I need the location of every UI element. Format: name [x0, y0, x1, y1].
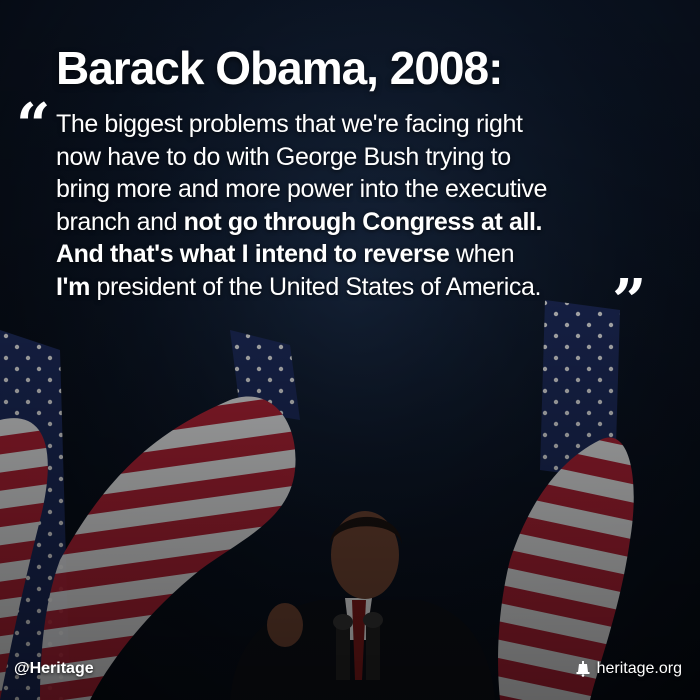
quote-line: And that's what I intend to reverse when: [56, 238, 656, 271]
graphic-canvas: Barack Obama, 2008: “ The biggest proble…: [0, 0, 700, 700]
quote-segment: president of the United States of Americ…: [89, 272, 542, 301]
social-handle: @Heritage: [14, 660, 94, 677]
quote-line: now have to do with George Bush trying t…: [56, 142, 511, 171]
quote-line: branch and not go through Congress at al…: [56, 206, 656, 239]
quote-line: I'm president of the United States of Am…: [56, 271, 656, 304]
quote-line: bring more and more power into the execu…: [56, 175, 548, 203]
liberty-bell-icon: [576, 661, 590, 677]
site-url: heritage.org: [596, 660, 682, 677]
quote-emphasis: And that's what I intend to reverse: [56, 240, 450, 268]
headline: Barack Obama, 2008:: [56, 42, 503, 94]
quote-emphasis: I'm: [56, 272, 90, 301]
open-quote-mark: “: [16, 91, 51, 161]
background-photo: [0, 0, 700, 700]
quote-line: The biggest problems that we're facing r…: [56, 110, 523, 138]
quote-emphasis: not go through Congress at all.: [183, 207, 543, 236]
quote-segment: when: [449, 240, 515, 268]
quote-segment: branch and: [56, 207, 184, 236]
site-credit: heritage.org: [575, 660, 682, 678]
close-quote-mark: ”: [612, 267, 647, 337]
quote-text: The biggest problems that we're facing r…: [56, 108, 656, 303]
